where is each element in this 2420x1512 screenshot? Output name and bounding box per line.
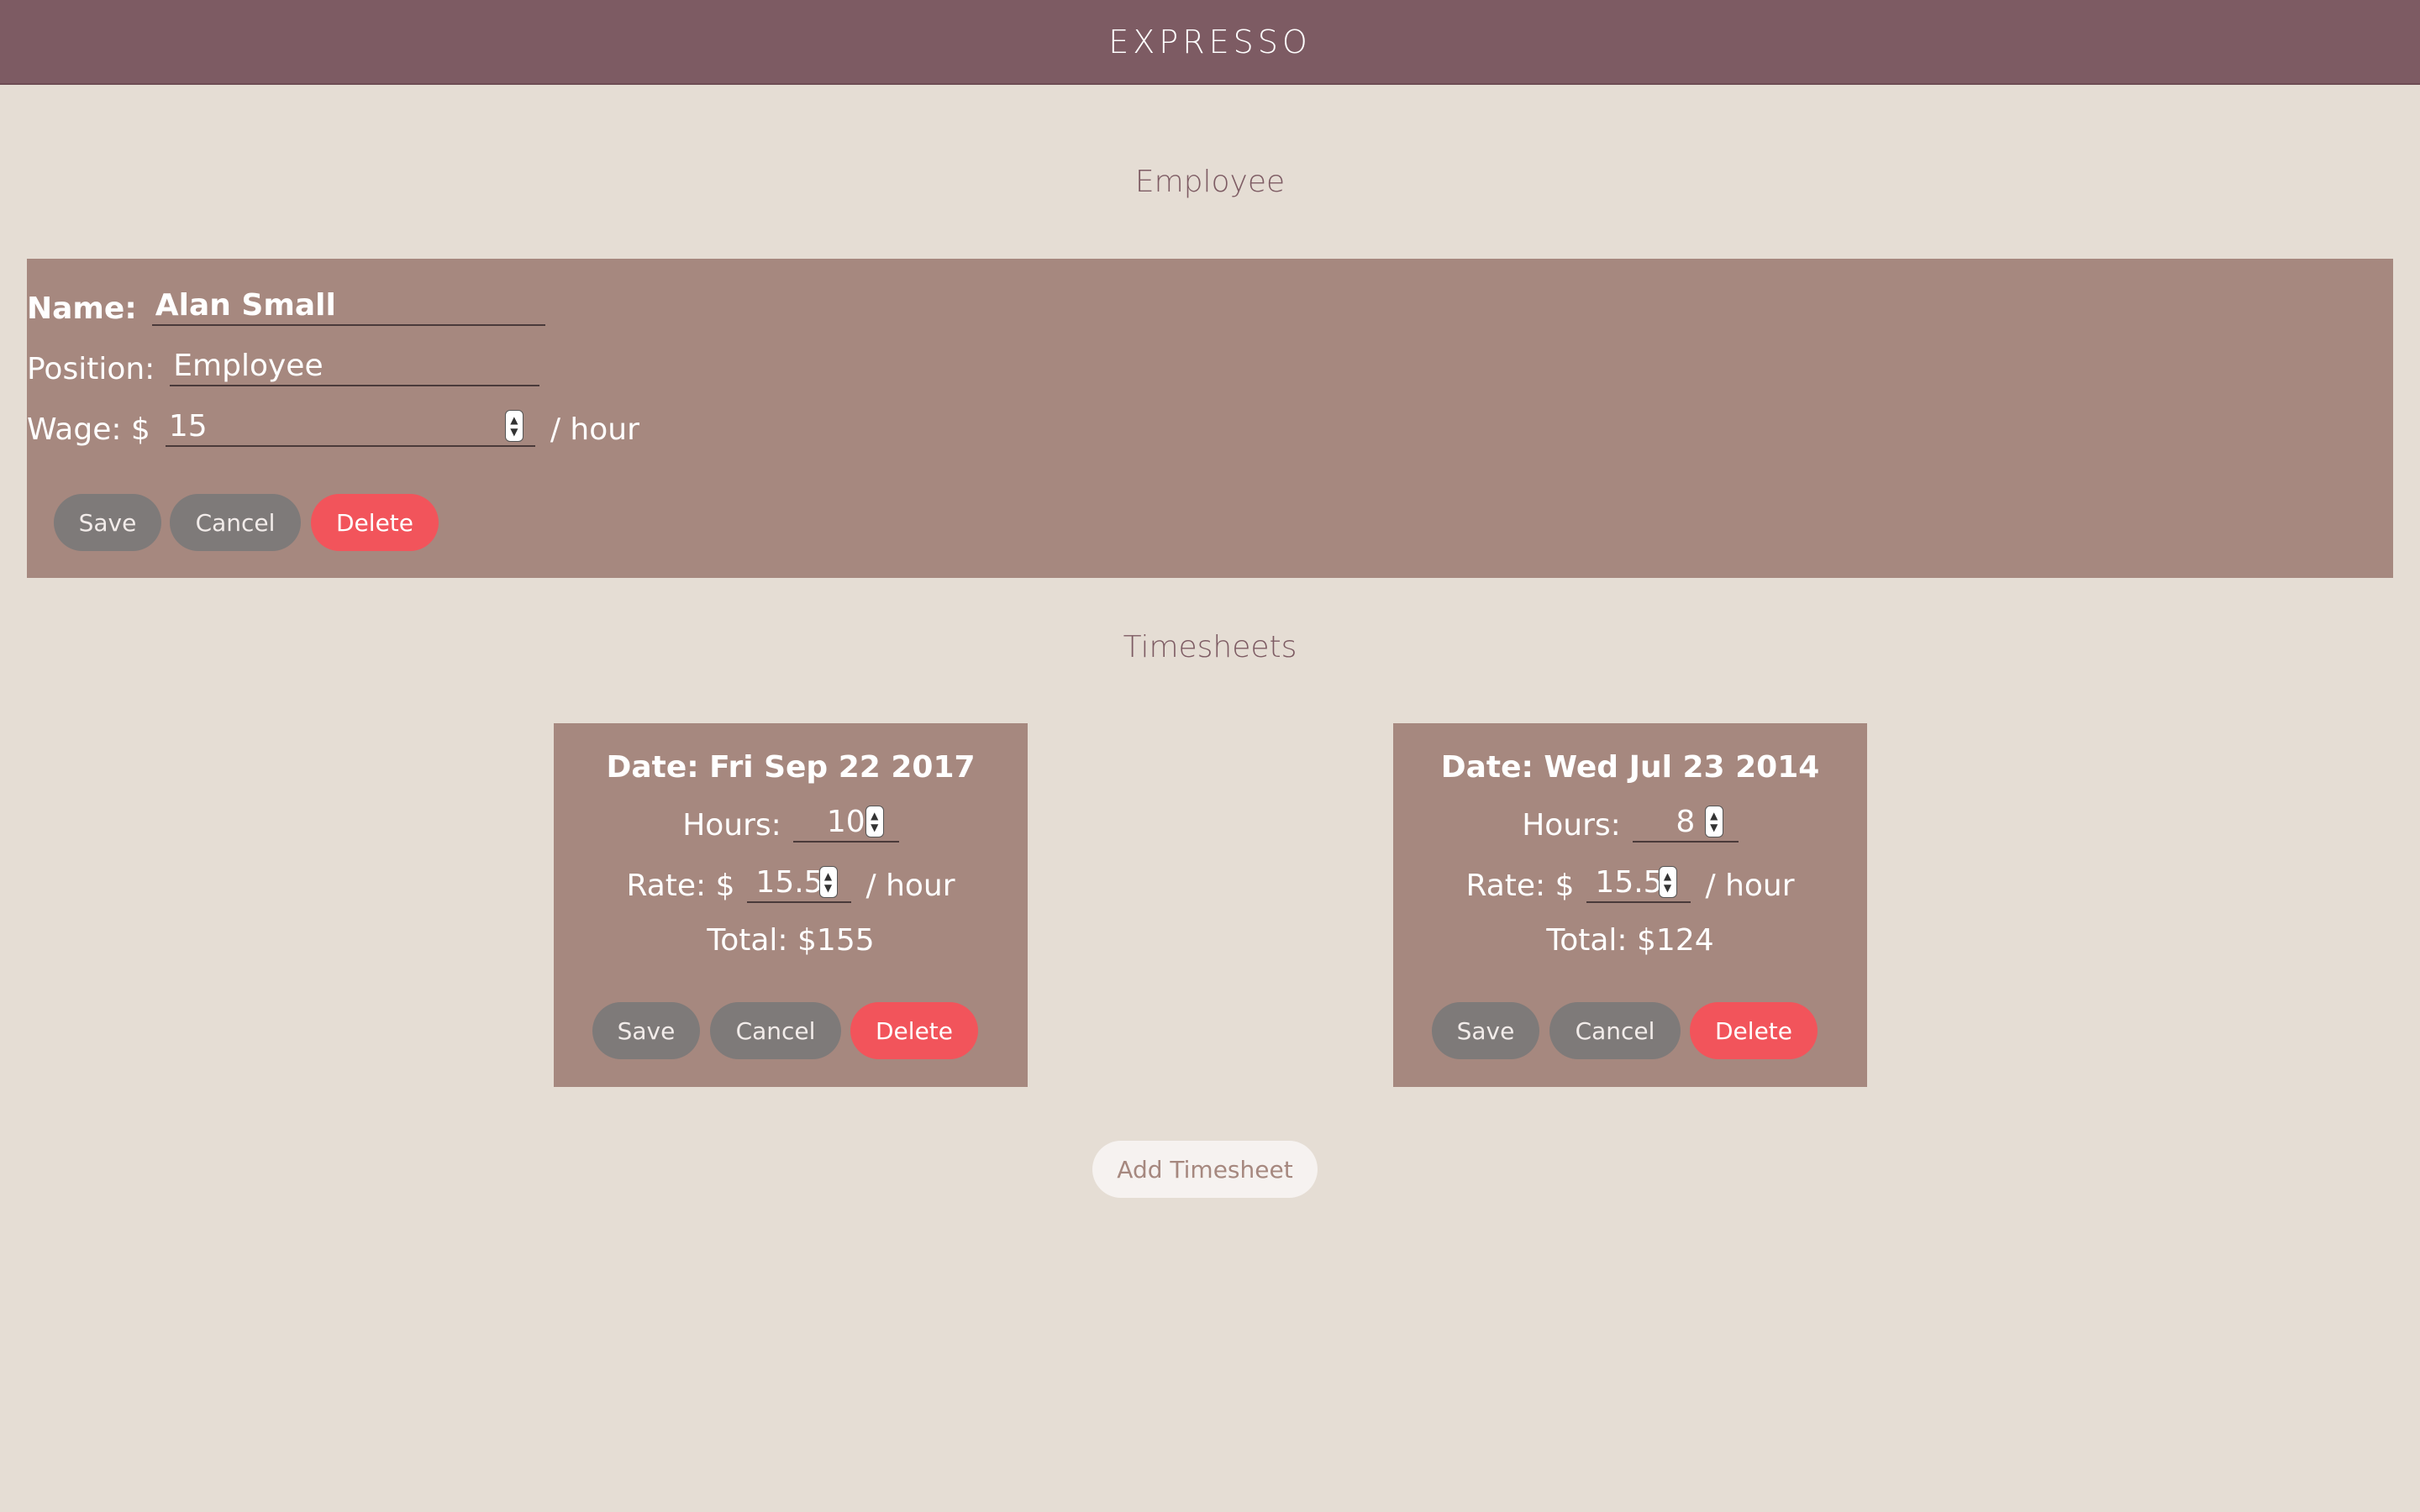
position-input[interactable]	[170, 346, 540, 386]
spinner-down-icon[interactable]: ▼	[1710, 822, 1718, 833]
rate-unit: / hour	[865, 869, 955, 903]
timesheet-card: Date: Wed Jul 23 2014 Hours: ▲ ▼ Rate: $…	[1393, 723, 1867, 1087]
timesheet-cancel-button[interactable]: Cancel	[710, 1002, 841, 1059]
rate-number-field: ▲ ▼	[1586, 863, 1691, 903]
add-timesheet-button[interactable]: Add Timesheet	[1092, 1141, 1318, 1198]
spinner-up-icon[interactable]: ▲	[1710, 810, 1718, 822]
hours-label: Hours:	[682, 808, 781, 843]
timesheet-rate-row: Rate: $ ▲ ▼ / hour	[554, 863, 1028, 903]
hours-spinner-icon[interactable]: ▲ ▼	[865, 806, 884, 837]
wage-spinner-icon[interactable]: ▲ ▼	[504, 410, 523, 442]
rate-spinner-icon[interactable]: ▲ ▼	[818, 866, 838, 898]
spinner-up-icon[interactable]: ▲	[824, 870, 832, 882]
position-label: Position:	[27, 352, 155, 386]
spinner-down-icon[interactable]: ▼	[871, 822, 878, 833]
spinner-up-icon[interactable]: ▲	[871, 810, 878, 822]
hours-label: Hours:	[1522, 808, 1621, 843]
spinner-down-icon[interactable]: ▼	[824, 882, 832, 894]
timesheet-total: Total: $155	[707, 923, 875, 958]
hours-number-field: ▲ ▼	[792, 802, 899, 843]
timesheet-save-button[interactable]: Save	[1432, 1002, 1539, 1059]
spinner-down-icon[interactable]: ▼	[1664, 882, 1671, 894]
timesheet-card: Date: Fri Sep 22 2017 Hours: ▲ ▼ Rate: $…	[554, 723, 1028, 1087]
timesheet-date: Date: Fri Sep 22 2017	[606, 750, 976, 785]
employee-cancel-button[interactable]: Cancel	[170, 494, 301, 551]
rate-number-field: ▲ ▼	[746, 863, 851, 903]
timesheet-save-button[interactable]: Save	[592, 1002, 700, 1059]
wage-number-field: ▲ ▼	[165, 407, 535, 447]
rate-label: Rate: $	[1465, 869, 1575, 903]
position-row: Position:	[27, 346, 540, 386]
spinner-up-icon[interactable]: ▲	[1664, 870, 1671, 882]
rate-unit: / hour	[1705, 869, 1795, 903]
timesheet-hours-row: Hours: ▲ ▼	[554, 802, 1028, 843]
spinner-down-icon[interactable]: ▼	[510, 426, 518, 438]
timesheet-delete-button[interactable]: Delete	[1690, 1002, 1818, 1059]
name-row: Name:	[27, 286, 545, 326]
spinner-up-icon[interactable]: ▲	[510, 414, 518, 426]
timesheet-cancel-button[interactable]: Cancel	[1549, 1002, 1681, 1059]
employee-section-title: Employee	[1134, 165, 1286, 199]
hours-spinner-icon[interactable]: ▲ ▼	[1704, 806, 1723, 837]
wage-label: Wage: $	[27, 412, 150, 447]
timesheet-delete-button[interactable]: Delete	[850, 1002, 978, 1059]
timesheet-date: Date: Wed Jul 23 2014	[1440, 750, 1820, 785]
wage-input[interactable]	[165, 407, 535, 447]
timesheet-total: Total: $124	[1546, 923, 1714, 958]
employee-delete-button[interactable]: Delete	[311, 494, 439, 551]
timesheets-section-title: Timesheets	[1123, 630, 1297, 664]
rate-spinner-icon[interactable]: ▲ ▼	[1658, 866, 1677, 898]
rate-label: Rate: $	[626, 869, 735, 903]
employee-save-button[interactable]: Save	[54, 494, 161, 551]
name-label: Name:	[27, 291, 137, 326]
hours-number-field: ▲ ▼	[1632, 802, 1739, 843]
wage-row: Wage: $ ▲ ▼ / hour	[27, 407, 639, 447]
timesheet-rate-row: Rate: $ ▲ ▼ / hour	[1393, 863, 1867, 903]
brand-logo: EXPRESSO	[1108, 23, 1312, 60]
wage-unit: / hour	[550, 412, 639, 447]
timesheet-hours-row: Hours: ▲ ▼	[1393, 802, 1867, 843]
name-input[interactable]	[151, 286, 545, 326]
top-bar: EXPRESSO	[0, 0, 2420, 85]
